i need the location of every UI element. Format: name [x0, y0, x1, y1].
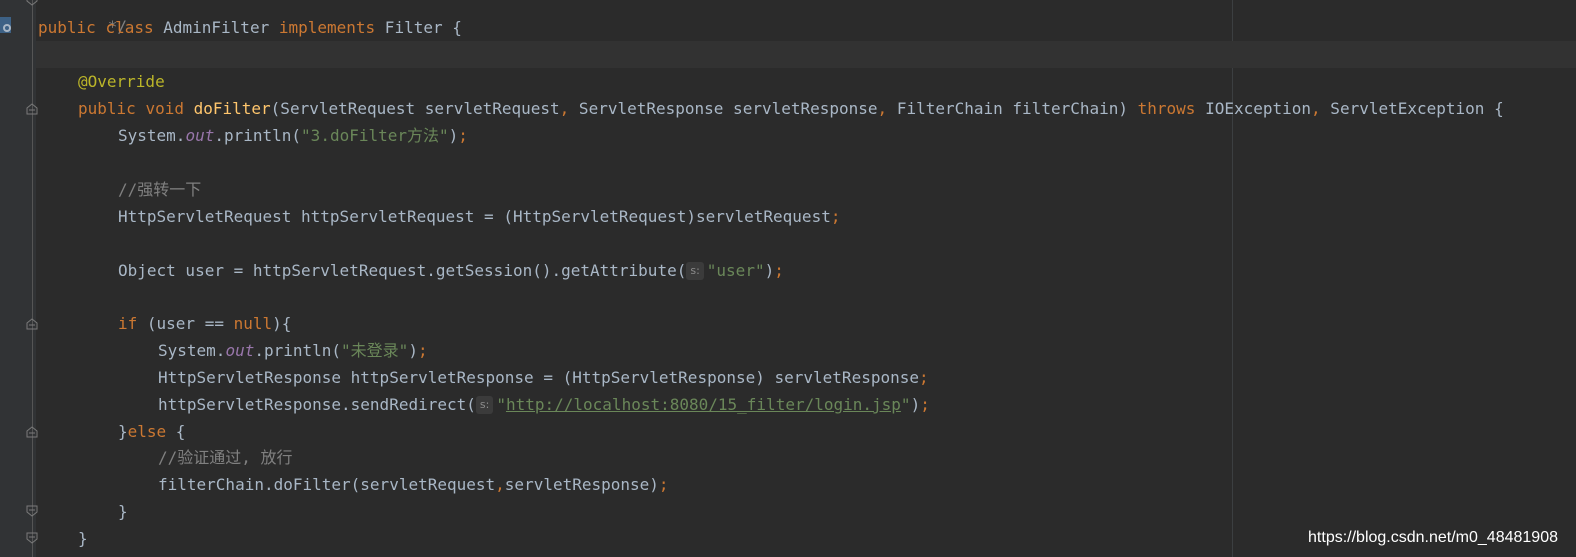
keyword-token: public	[38, 18, 96, 37]
code-line[interactable]: //强转一下	[118, 176, 201, 203]
code-line[interactable]: HttpServletResponse httpServletResponse …	[158, 364, 929, 391]
code-token: servletResponse)	[504, 475, 659, 494]
code-line[interactable]: //验证通过, 放行	[158, 444, 293, 471]
code-token: (ServletRequest servletRequest	[270, 99, 560, 118]
code-line[interactable]: httpServletResponse.sendRedirect(s: "http…	[158, 391, 930, 418]
semicolon-token: ;	[919, 368, 929, 387]
code-line[interactable]: */	[50, 0, 127, 36]
code-line[interactable]: }else {	[118, 418, 185, 445]
fold-start-icon[interactable]	[25, 425, 39, 439]
comma-token: ,	[877, 99, 888, 118]
semicolon-token: ;	[830, 207, 841, 226]
code-token: )	[408, 341, 418, 360]
url-link[interactable]: http://localhost:8080/15_filter/login.js…	[506, 395, 901, 414]
code-line[interactable]: Object user = httpServletRequest.getSess…	[118, 257, 784, 284]
current-line-highlight	[36, 41, 1576, 68]
code-line[interactable]: @Override	[78, 68, 165, 95]
code-token: ){	[272, 314, 292, 333]
code-token: HttpServletResponse httpServletResponse …	[158, 368, 919, 387]
code-line[interactable]: if (user == null){	[118, 310, 291, 337]
semicolon-token: ;	[774, 261, 784, 280]
code-token: )	[910, 395, 921, 414]
string-token: "	[900, 395, 911, 414]
keyword-token: else	[127, 422, 167, 441]
code-line[interactable]: System.out.println("未登录");	[158, 337, 428, 364]
code-token: }	[78, 529, 88, 548]
keyword-token: void	[145, 99, 184, 118]
code-token: IOException	[1195, 99, 1312, 118]
code-line[interactable]: System.out.println("3.doFilter方法");	[118, 122, 468, 149]
code-token: FilterChain filterChain)	[887, 99, 1138, 118]
code-token: Filter {	[375, 18, 462, 37]
implementation-marker-icon[interactable]	[0, 17, 13, 33]
code-line[interactable]: }	[118, 498, 128, 525]
code-token: {	[166, 422, 186, 441]
semicolon-token: ;	[458, 126, 468, 145]
editor-gutter[interactable]	[0, 0, 36, 557]
keyword-token: class	[105, 18, 154, 37]
fold-end-icon[interactable]	[25, 531, 39, 545]
keyword-token: null	[233, 314, 273, 333]
keyword-token: throws	[1137, 99, 1196, 118]
fold-start-icon[interactable]	[25, 102, 39, 116]
code-token: ServletException {	[1320, 99, 1504, 118]
string-token: "user"	[706, 261, 765, 280]
code-line[interactable]: public class AdminFilter implements Filt…	[38, 14, 462, 41]
code-token: ServletResponse servletResponse	[569, 99, 878, 118]
code-line[interactable]: public void doFilter(ServletRequest serv…	[78, 95, 1504, 122]
parameter-hint: s:	[686, 262, 704, 280]
code-token: (user ==	[137, 314, 234, 333]
code-token: )	[448, 126, 459, 145]
code-token: System.	[118, 126, 186, 145]
comment-token: //强转一下	[118, 180, 202, 199]
semicolon-token: ;	[658, 475, 669, 494]
code-token: HttpServletRequest httpServletRequest = …	[118, 207, 831, 226]
comma-token: ,	[1311, 99, 1321, 118]
keyword-token: implements	[278, 18, 376, 37]
code-token: AdminFilter	[153, 18, 279, 37]
annotation-token: @Override	[78, 72, 165, 91]
comment-token: //验证通过, 放行	[158, 448, 293, 467]
code-line[interactable]: filterChain.doFilter(servletRequest,serv…	[158, 471, 669, 498]
fold-end-icon[interactable]	[25, 504, 39, 518]
string-token: "	[496, 395, 506, 414]
code-token: .println(	[254, 341, 342, 360]
code-token: Object user = httpServletRequest.getSess…	[118, 261, 687, 280]
fold-start-icon[interactable]	[25, 317, 39, 331]
code-token: }	[118, 502, 128, 521]
gutter-divider	[32, 0, 33, 557]
code-token: filterChain.doFilter(servletRequest	[158, 475, 496, 494]
keyword-token: if	[118, 314, 138, 333]
right-margin-guide	[1232, 0, 1233, 557]
parameter-hint: s:	[475, 396, 494, 414]
string-token: "3.doFilter方法"	[301, 126, 449, 145]
fold-end-icon[interactable]	[25, 0, 39, 7]
string-token: "未登录"	[341, 341, 409, 360]
code-editor[interactable]: */ public class AdminFilter implements F…	[0, 0, 1576, 557]
watermark-text: https://blog.csdn.net/m0_48481908	[1308, 529, 1558, 546]
semicolon-token: ;	[920, 395, 930, 414]
code-token: System.	[158, 341, 226, 360]
comma-token: ,	[495, 475, 505, 494]
keyword-token: public	[78, 99, 136, 118]
method-name-token: doFilter	[193, 99, 271, 118]
field-token: out	[225, 341, 255, 360]
semicolon-token: ;	[417, 341, 428, 360]
code-token: }	[118, 422, 128, 441]
code-line[interactable]: HttpServletRequest httpServletRequest = …	[118, 203, 840, 230]
code-token: .println(	[214, 126, 302, 145]
code-token: )	[764, 261, 775, 280]
comma-token: ,	[559, 99, 570, 118]
code-token: httpServletResponse.sendRedirect(	[158, 395, 476, 414]
code-line[interactable]: }	[78, 525, 88, 552]
field-token: out	[185, 126, 215, 145]
